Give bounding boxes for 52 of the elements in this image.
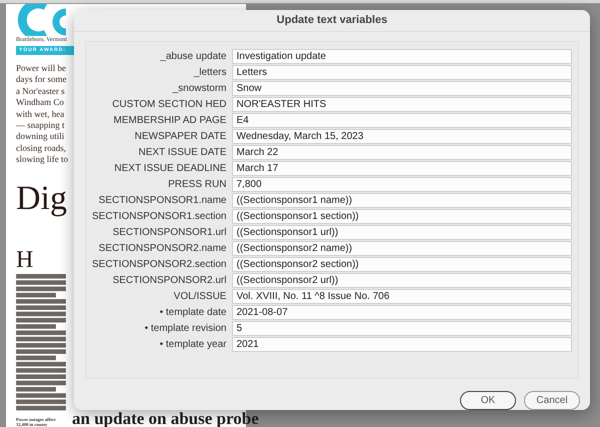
article-line: Power will be (16, 62, 66, 74)
variable-label: _letters (192, 66, 226, 80)
variable-field[interactable]: March 22 (232, 145, 572, 160)
article-line: a Nor'easter s (16, 86, 65, 98)
article-line: downing utili (16, 131, 64, 143)
variable-label: SECTIONSPONSOR1.name (98, 194, 226, 208)
cancel-button[interactable]: Cancel (524, 391, 580, 410)
variable-field[interactable]: ((Sectionsponsor2 section)) (232, 257, 572, 272)
drop-cap: H (16, 248, 34, 272)
variable-field[interactable]: ((Sectionsponsor2 url)) (232, 273, 572, 288)
variable-label: • template date (158, 306, 226, 320)
variable-label: • template revision (144, 322, 226, 336)
article-line: with wet, hea (16, 108, 64, 120)
variable-label: NEWSPAPER DATE (134, 130, 226, 144)
variable-field[interactable]: NOR'EASTER HITS (232, 97, 572, 112)
article-line: slowing life to (16, 154, 68, 166)
variable-field[interactable]: 2021 (232, 337, 572, 352)
variable-field[interactable]: ((Sectionsponsor1 section)) (232, 209, 572, 224)
headline: Dig (16, 178, 67, 219)
variable-label: SECTIONSPONSOR1.url (112, 226, 226, 240)
variable-label: NEXT ISSUE DEADLINE (113, 162, 226, 176)
variable-label: • template year (158, 338, 226, 352)
article-line: closing roads, (16, 142, 66, 154)
variable-field[interactable]: March 17 (232, 161, 572, 176)
variable-label: SECTIONSPONSOR2.name (98, 242, 226, 256)
variable-label: VOL/ISSUE (172, 290, 226, 304)
variable-label: NEXT ISSUE DATE (138, 146, 226, 160)
variable-label: CUSTOM SECTION HED (111, 98, 226, 112)
ok-button[interactable]: OK (460, 391, 516, 410)
article-line: days for some (16, 74, 66, 86)
variable-label: SECTIONSPONSOR2.url (112, 274, 226, 288)
article-line: — snapping t (16, 120, 64, 132)
variable-field[interactable]: Letters (232, 65, 572, 80)
variable-label: _abuse update (159, 50, 226, 64)
variable-field[interactable]: Snow (232, 81, 572, 96)
variable-field[interactable]: ((Sectionsponsor1 name)) (232, 193, 572, 208)
variable-label: SECTIONSPONSOR1.section (92, 210, 226, 224)
variable-label: MEMBERSHIP AD PAGE (112, 114, 226, 128)
variable-label: _snowstorm (172, 82, 226, 96)
variable-field[interactable]: ((Sectionsponsor2 name)) (232, 241, 572, 256)
variable-field[interactable]: ((Sectionsponsor1 url)) (232, 225, 572, 240)
variable-field[interactable]: E4 (232, 113, 572, 128)
dialog-title: Update text variables (276, 13, 388, 28)
variable-label: SECTIONSPONSOR2.section (92, 258, 226, 272)
variable-field[interactable]: 2021-08-07 (232, 305, 572, 320)
article-line: Windham Co (16, 97, 64, 108)
variable-field[interactable]: 5 (232, 321, 572, 336)
variable-field[interactable]: Wednesday, March 15, 2023 (232, 129, 572, 144)
variable-label: PRESS RUN (167, 178, 226, 192)
variable-field[interactable]: Investigation update (232, 49, 572, 64)
variable-field[interactable]: 7,800 (232, 177, 572, 192)
variable-field[interactable]: Vol. XVIII, No. 11 ^8 Issue No. 706 (232, 289, 572, 304)
